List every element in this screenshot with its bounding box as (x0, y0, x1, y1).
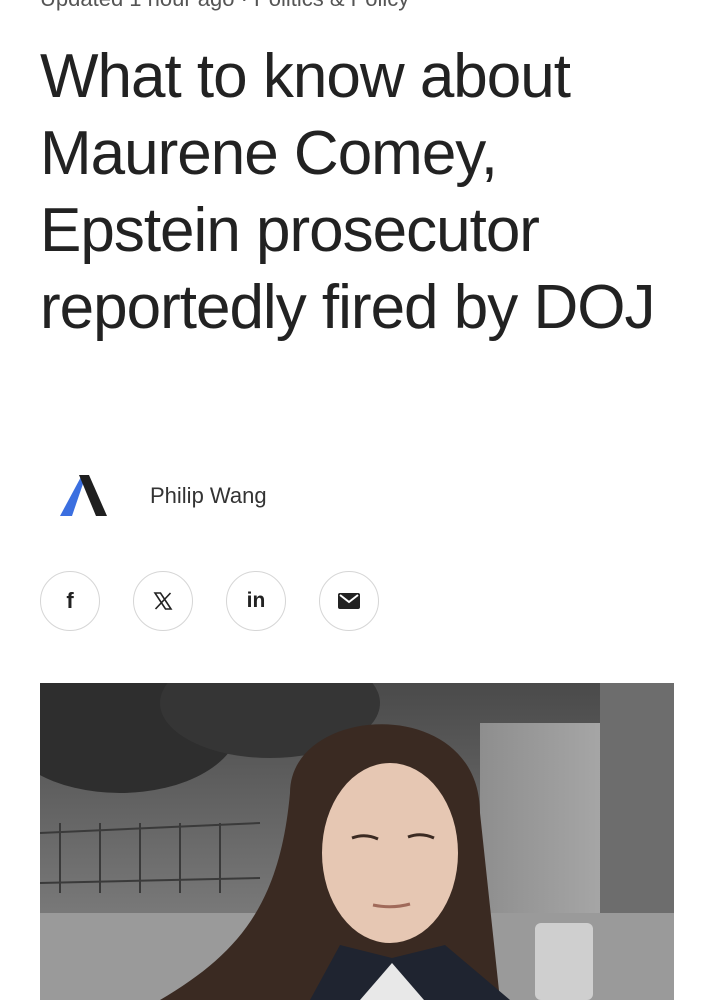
share-email-button[interactable] (319, 571, 379, 631)
email-icon (338, 593, 360, 609)
hero-photo-illustration (40, 683, 674, 1000)
article-hero-photo (40, 683, 674, 1000)
x-icon (153, 592, 173, 610)
facebook-icon: f (66, 588, 74, 613)
article-headline: What to know about Maurene Comey, Epstei… (40, 42, 655, 342)
author-name[interactable]: Philip Wang (150, 483, 267, 509)
article-meta-line: Updated 1 hour ago · Politics & Policy (40, 0, 409, 12)
publisher-logo-icon (60, 475, 107, 516)
linkedin-icon: in (246, 589, 266, 612)
share-linkedin-button[interactable]: in (226, 571, 286, 631)
byline: Philip Wang (56, 468, 267, 524)
share-x-button[interactable] (133, 571, 193, 631)
share-facebook-button[interactable]: f (40, 571, 100, 631)
share-buttons: f in (40, 571, 379, 631)
